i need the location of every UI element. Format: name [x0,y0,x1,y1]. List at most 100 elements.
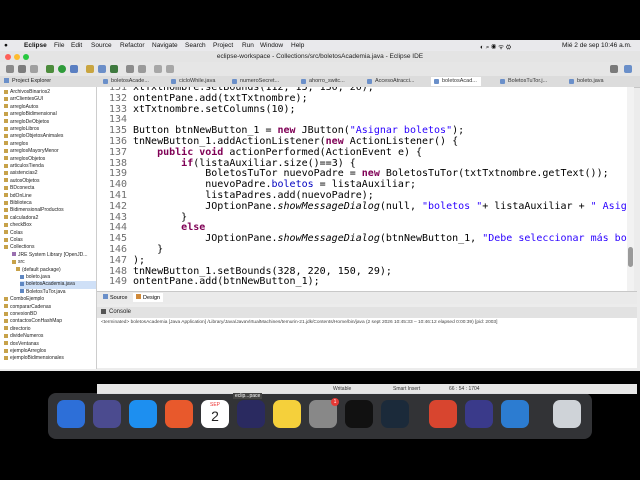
menu-search[interactable]: Search [185,42,206,49]
menu-project[interactable]: Project [213,42,233,49]
run-icon[interactable] [58,65,66,73]
line-number: 142 [108,200,127,212]
tab-boletos-tutor[interactable]: BoletosTuTor.j... [497,77,551,86]
project-folder-icon [4,222,8,227]
project-folder-icon [4,163,8,168]
toolbar [0,62,640,77]
eclipse-workspace-icon[interactable]: eclip...pace [233,393,265,428]
project-folder-icon [4,356,8,361]
finder-icon[interactable] [57,400,85,428]
trash-icon[interactable] [553,400,581,428]
code-line[interactable]: } [133,212,187,223]
console-title[interactable]: Console [109,309,131,315]
safari-icon[interactable] [129,400,157,428]
code-line[interactable]: BoletosTuTor nuevoPadre = new BoletosTuT… [133,168,608,179]
save-all-icon[interactable] [30,65,38,73]
debug-icon[interactable] [46,65,54,73]
line-number: 133 [108,103,127,115]
code-line[interactable]: xtTxtnombre.setColumns(10); [133,104,296,115]
perspective-icon[interactable] [610,65,618,73]
menu-edit[interactable]: Edit [71,42,82,49]
menu-app-eclipse[interactable]: Eclipse [24,42,47,49]
tab-boleto[interactable]: boleto.java [566,77,608,86]
project-folder-icon [4,296,8,301]
code-line[interactable]: JOptionPane.showMessageDialog(btnNewButt… [133,233,630,244]
tab-boletos-acade-1[interactable]: boletosAcade... [100,77,153,86]
code-editor[interactable]: 131 xtTxtnombre.setBounds(112, 15, 130, 2… [97,87,630,291]
code-line[interactable]: tnNewButton_1.setBounds(328, 220, 150, 2… [133,266,392,277]
tree-item-label: arrClientesGUI [10,96,44,103]
java-perspective-icon[interactable] [624,65,632,73]
tree-item-label: BoletosTuTor.java [26,288,66,295]
menu-navigate[interactable]: Navigate [152,42,178,49]
design-tab[interactable]: Design [133,293,164,302]
calendar-icon[interactable]: SEP 2 [201,400,229,428]
console-output[interactable]: <terminated> boletosAcademia [Java Appli… [97,318,637,368]
line-number: 132 [108,92,127,104]
source-tab[interactable]: Source [103,294,127,301]
preview-icon[interactable] [501,400,529,428]
forward-icon[interactable] [166,65,174,73]
console-header: Console [97,307,637,318]
launchpad-icon[interactable] [93,400,121,428]
tree-item-label: boleto.java [26,274,51,280]
code-line[interactable]: tnNewButton_1.addActionListener(new Acti… [133,136,458,147]
java-file-icon [20,282,24,287]
tab-numero-secret[interactable]: numeroSecret... [229,77,283,86]
tree-item-label: arregloObjetosAnimales [10,133,64,140]
notes-icon[interactable] [273,400,301,428]
code-line[interactable]: ); [133,255,145,266]
code-line[interactable]: listaPadres.add(nuevoPadre); [133,190,374,201]
menu-refactor[interactable]: Refactor [120,42,145,49]
project-explorer-icon [4,78,9,83]
menu-run[interactable]: Run [242,42,254,49]
tree-item-label: arregloBidimensional [10,111,57,118]
menu-file[interactable]: File [54,42,64,49]
eclipse-app-icon[interactable] [465,400,493,428]
firefox-icon[interactable] [165,400,193,428]
tab-ahorro-switch[interactable]: ahorro_switc... [298,77,349,86]
apple-icon[interactable]: ● [4,42,8,49]
powerpoint-icon[interactable] [429,400,457,428]
code-line[interactable]: ontentPane.add(btnNewButton_1); [133,276,320,287]
back-icon[interactable] [154,65,162,73]
new-icon[interactable] [6,65,14,73]
code-line[interactable]: public void actionPerformed(ActionEvent … [133,147,422,158]
search-icon[interactable] [138,65,146,73]
tree-item[interactable]: ejemploBidimensionales [4,355,64,363]
zoom-window-button[interactable] [23,54,29,60]
java-file-icon [103,79,108,84]
minimize-window-button[interactable] [14,54,20,60]
editor-scroll-thumb[interactable] [628,247,633,267]
menu-window[interactable]: Window [260,42,283,49]
code-line[interactable]: if(listaAuxiliar.size()==3) { [133,158,356,169]
system-settings-icon[interactable]: 1 [309,398,339,428]
code-line[interactable]: } [133,244,163,255]
new-package-icon[interactable] [98,65,106,73]
menu-source[interactable]: Source [91,42,112,49]
close-window-button[interactable] [5,54,11,60]
external-tools-icon[interactable] [70,65,78,73]
line-number: 144 [108,222,127,234]
eclipse-workspace-label: eclip...pace [233,393,263,399]
new-class-icon[interactable] [110,65,118,73]
code-line[interactable]: Button btnNewButton_1 = new JButton("Asi… [133,125,464,136]
project-folder-icon [4,333,8,338]
menu-help[interactable]: Help [291,42,304,49]
code-line[interactable]: else [133,222,205,233]
tab-boletos-acad-active[interactable]: boletosAcad... [431,77,481,86]
terminal-icon[interactable] [345,400,373,428]
clock[interactable]: Mié 2 de sep 10:46 a.m. [562,42,632,49]
line-number: 137 [108,146,127,158]
open-type-icon[interactable] [126,65,134,73]
tab-ciclo-while[interactable]: cicloWhile.java [168,77,219,86]
code-line[interactable]: ontentPane.add(txtTxtnombre); [133,93,308,104]
code-line[interactable]: JOptionPane.showMessageDialog(null, "bol… [133,201,630,212]
activity-monitor-icon[interactable] [381,400,409,428]
project-folder-icon [4,111,8,116]
code-line[interactable]: nuevoPadre.boletos = listaAuxiliar; [133,179,416,190]
save-icon[interactable] [18,65,26,73]
project-folder-icon [4,119,8,124]
tab-acceso-atracci[interactable]: AccesoAtracci... [364,77,418,86]
new-java-project-icon[interactable] [86,65,94,73]
